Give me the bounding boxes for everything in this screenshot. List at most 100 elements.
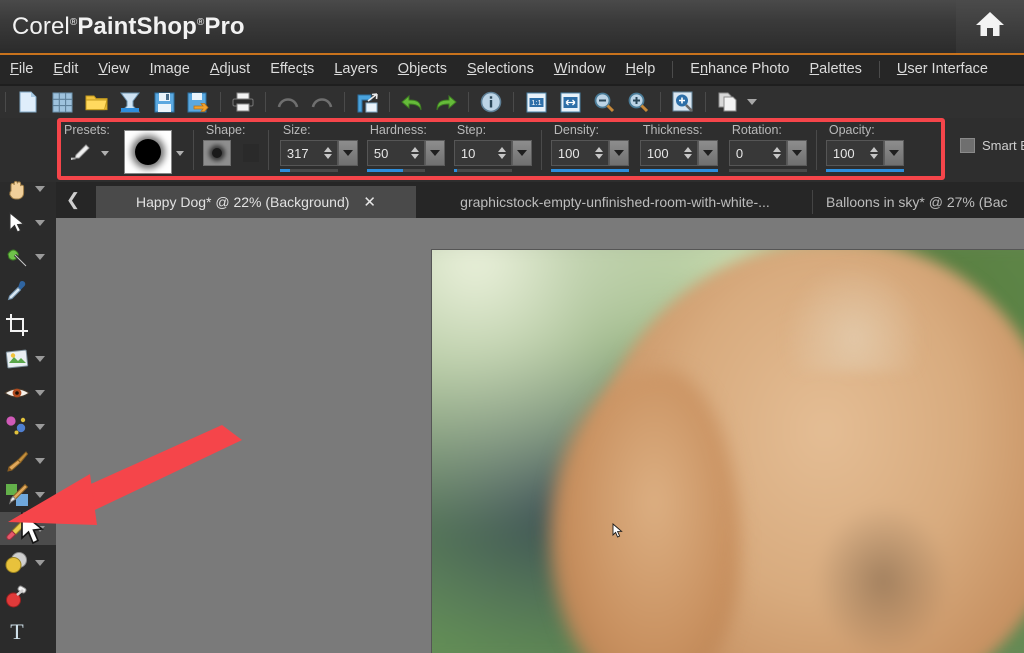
zoom-out-icon[interactable]	[590, 88, 618, 116]
paint-brush-flyout-caret[interactable]	[35, 457, 45, 464]
brush-tip-preview[interactable]	[123, 130, 172, 174]
menu-palettes[interactable]: Palettes	[799, 55, 871, 84]
menu-enhance-photo[interactable]: Enhance Photo	[680, 55, 799, 84]
rotation-slider-dropdown[interactable]	[786, 140, 807, 166]
thickness-track[interactable]	[639, 169, 718, 172]
round-brush-shape[interactable]	[202, 140, 231, 166]
brush-tip-dropdown-caret[interactable]	[175, 143, 184, 161]
menu-help[interactable]: Help	[615, 55, 665, 84]
sidebar-item-text[interactable]: T	[0, 614, 56, 647]
step-stepper[interactable]	[495, 140, 509, 166]
menu-image[interactable]: Image	[140, 55, 200, 84]
duplicate-icon[interactable]	[714, 88, 742, 116]
menu-edit[interactable]: Edit	[43, 55, 88, 84]
density-slider-dropdown[interactable]	[608, 140, 629, 166]
canvas-workspace[interactable]	[56, 218, 1024, 653]
color-changer-flyout-caret[interactable]	[35, 559, 45, 566]
home-button[interactable]	[956, 0, 1024, 53]
size-stepper[interactable]	[321, 140, 335, 166]
menu-objects[interactable]: Objects	[388, 55, 457, 84]
fit-to-window-icon[interactable]	[556, 88, 584, 116]
sidebar-item-pan[interactable]	[0, 172, 56, 205]
thickness-slider-dropdown[interactable]	[697, 140, 718, 166]
sidebar-item-pick[interactable]	[0, 206, 56, 239]
menu-file[interactable]: File	[0, 55, 43, 84]
resize-icon[interactable]	[353, 88, 381, 116]
sidebar-item-clone-brush[interactable]	[0, 478, 56, 511]
save-icon[interactable]	[150, 88, 178, 116]
sidebar-item-crop[interactable]	[0, 308, 56, 341]
hardness-input[interactable]: 50	[366, 140, 425, 166]
close-icon[interactable]: ✕	[363, 195, 376, 210]
menu-effects[interactable]: Effects	[260, 55, 324, 84]
menu-window[interactable]: Window	[544, 55, 616, 84]
tab-happy-dog[interactable]: Happy Dog* @ 22% (Background) ✕	[96, 186, 416, 218]
thickness-input[interactable]: 100	[639, 140, 698, 166]
smart-edge-box[interactable]	[960, 138, 975, 153]
sidebar-item-preset-shape[interactable]	[0, 648, 56, 653]
opacity-stepper[interactable]	[867, 140, 881, 166]
smart-edge-checkbox[interactable]: Smart Edge	[960, 138, 1024, 153]
print-icon[interactable]	[229, 88, 257, 116]
thickness-stepper[interactable]	[681, 140, 695, 166]
sidebar-item-paint-brush[interactable]	[0, 444, 56, 477]
opacity-slider-dropdown[interactable]	[883, 140, 904, 166]
hardness-stepper[interactable]	[408, 140, 422, 166]
tab-graphicstock[interactable]: graphicstock-empty-unfinished-room-with-…	[420, 186, 810, 218]
rotation-input[interactable]: 0	[728, 140, 787, 166]
redo-arc-icon[interactable]	[308, 88, 336, 116]
square-brush-shape[interactable]	[242, 144, 259, 162]
import-scanner-icon[interactable]	[116, 88, 144, 116]
tab-scroll-left-button[interactable]: ❮	[58, 182, 88, 218]
clone-brush-flyout-caret[interactable]	[35, 491, 45, 498]
sidebar-item-makeover[interactable]	[0, 410, 56, 443]
sidebar-item-selection[interactable]	[0, 240, 56, 273]
menu-selections[interactable]: Selections	[457, 55, 544, 84]
save-as-icon[interactable]	[184, 88, 212, 116]
pan-flyout-caret[interactable]	[35, 185, 45, 192]
opacity-input[interactable]: 100	[825, 140, 884, 166]
step-track[interactable]	[453, 169, 512, 172]
sidebar-item-dropper[interactable]	[0, 274, 56, 307]
undo-arc-icon[interactable]	[274, 88, 302, 116]
size-track[interactable]	[279, 169, 338, 172]
new-from-template-icon[interactable]	[48, 88, 76, 116]
rotation-track[interactable]	[728, 169, 807, 172]
redo-icon[interactable]	[432, 88, 460, 116]
zoom-in-icon[interactable]	[624, 88, 652, 116]
straighten-flyout-caret[interactable]	[35, 355, 45, 362]
hardness-track[interactable]	[366, 169, 425, 172]
menu-adjust[interactable]: Adjust	[200, 55, 260, 84]
red-eye-flyout-caret[interactable]	[35, 389, 45, 396]
image-information-icon[interactable]	[477, 88, 505, 116]
brush-preset-icon[interactable]	[63, 140, 97, 164]
sidebar-item-straighten[interactable]	[0, 342, 56, 375]
density-track[interactable]	[550, 169, 629, 172]
open-icon[interactable]	[82, 88, 110, 116]
happy-dog-photo[interactable]	[431, 249, 1024, 653]
hardness-slider-dropdown[interactable]	[424, 140, 445, 166]
selection-flyout-caret[interactable]	[35, 253, 45, 260]
duplicate-dropdown-caret[interactable]	[745, 89, 758, 115]
size-slider-dropdown[interactable]	[337, 140, 358, 166]
menu-view[interactable]: View	[88, 55, 139, 84]
density-input[interactable]: 100	[550, 140, 609, 166]
menu-layers[interactable]: Layers	[324, 55, 388, 84]
new-image-icon[interactable]	[14, 88, 42, 116]
sidebar-item-flood-fill[interactable]	[0, 580, 56, 613]
menu-user-interface[interactable]: User Interface	[887, 55, 998, 84]
sidebar-item-red-eye[interactable]	[0, 376, 56, 409]
opacity-track[interactable]	[825, 169, 904, 172]
tab-balloons[interactable]: Balloons in sky* @ 27% (Bac	[818, 186, 1024, 218]
makeover-flyout-caret[interactable]	[35, 423, 45, 430]
presets-dropdown-caret[interactable]	[101, 143, 109, 161]
step-slider-dropdown[interactable]	[511, 140, 532, 166]
density-stepper[interactable]	[592, 140, 606, 166]
rotation-stepper[interactable]	[770, 140, 784, 166]
undo-icon[interactable]	[398, 88, 426, 116]
preview-in-browser-icon[interactable]	[669, 88, 697, 116]
step-input[interactable]: 10	[453, 140, 512, 166]
size-input[interactable]: 317	[279, 140, 338, 166]
pick-flyout-caret[interactable]	[35, 219, 45, 226]
zoom-actual-size-icon[interactable]: 1:1	[522, 88, 550, 116]
